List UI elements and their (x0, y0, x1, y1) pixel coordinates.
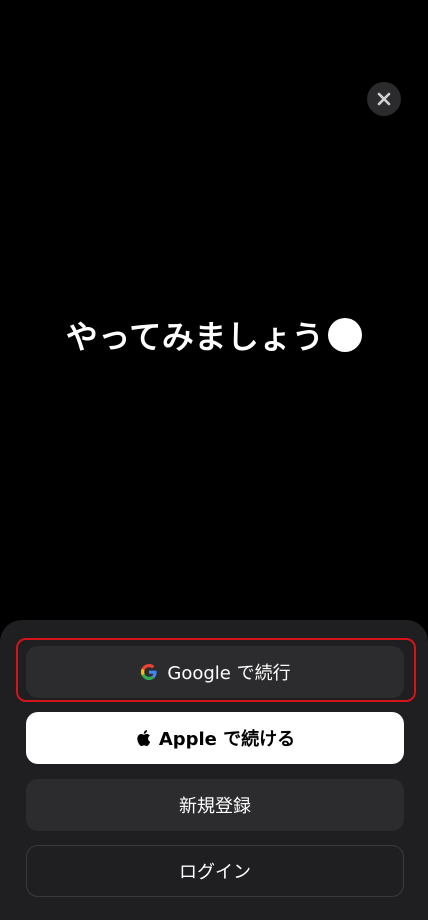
headline: やってみましょう (0, 312, 428, 358)
login-button[interactable]: ログイン (26, 845, 404, 897)
apple-button-label: Apple で続ける (158, 729, 296, 750)
close-button[interactable] (367, 82, 401, 116)
continue-with-apple-button[interactable]: Apple で続ける (26, 712, 404, 764)
close-icon (376, 91, 392, 107)
google-button-label: Google で続行 (167, 663, 291, 684)
signup-button[interactable]: 新規登録 (26, 779, 404, 831)
continue-with-google-button[interactable]: Google で続行 (26, 646, 404, 698)
circle-icon (328, 318, 363, 352)
google-icon (139, 662, 159, 682)
login-button-label: ログイン (179, 862, 251, 883)
headline-text: やってみましょう (65, 318, 325, 356)
apple-icon (135, 729, 151, 747)
signup-button-label: 新規登録 (179, 796, 251, 817)
